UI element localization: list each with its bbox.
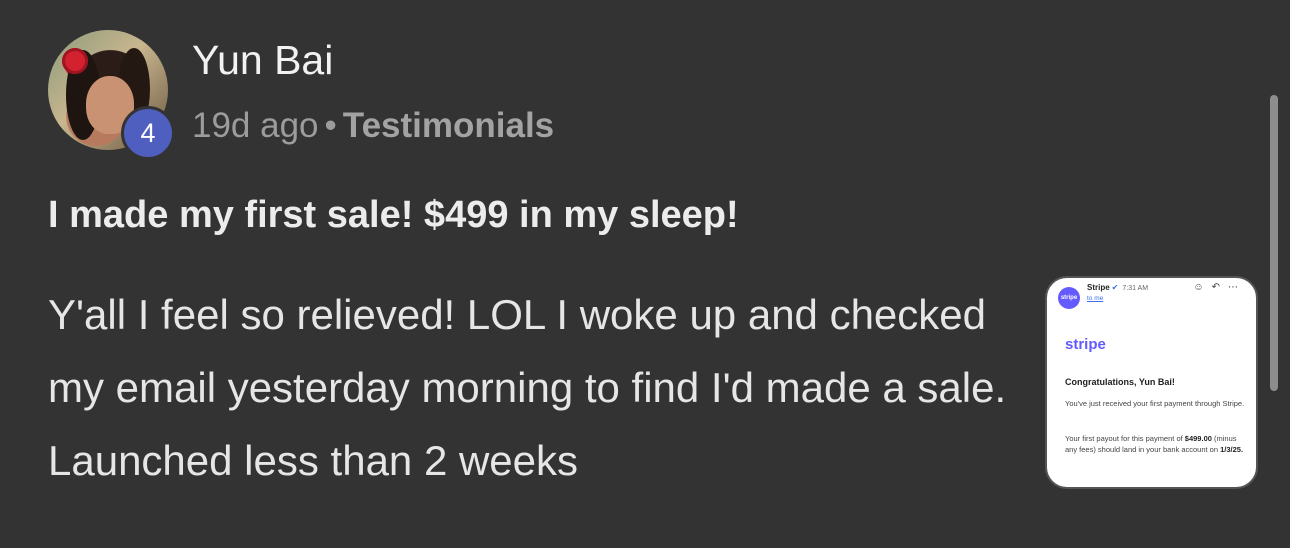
email-recipient: to me bbox=[1087, 295, 1104, 302]
email-time: 7:31 AM bbox=[1122, 285, 1149, 292]
post-title[interactable]: I made my first sale! $499 in my sleep! bbox=[48, 192, 739, 238]
stripe-logo-icon: stripe bbox=[1058, 287, 1080, 309]
email-heading: Congratulations, Yun Bai! bbox=[1065, 377, 1175, 387]
avatar-flower bbox=[62, 48, 88, 74]
attachment-thumbnail[interactable]: stripe Stripe ✔ 7:31 AM to me ☺↶⋯ stripe C… bbox=[1045, 276, 1258, 489]
post-meta: 19d ago • Testimonials bbox=[192, 104, 554, 148]
email-brand: stripe bbox=[1065, 336, 1106, 353]
post-time: 19d ago bbox=[192, 106, 319, 145]
email-actions: ☺↶⋯ bbox=[1193, 282, 1246, 293]
post-body[interactable]: Y'all I feel so relieved! LOL I woke up … bbox=[48, 278, 1008, 497]
email-line-2: Your first payout for this payment of $4… bbox=[1065, 433, 1250, 455]
reply-icon: ↶ bbox=[1211, 282, 1228, 293]
verified-check-icon: ✔ bbox=[1111, 283, 1119, 292]
level-badge: 4 bbox=[121, 106, 175, 160]
meta-separator: • bbox=[324, 106, 337, 145]
email-amount: $499.00 bbox=[1184, 434, 1212, 443]
sender-name: Stripe bbox=[1087, 283, 1110, 292]
emoji-icon: ☺ bbox=[1193, 282, 1212, 293]
author-name[interactable]: Yun Bai bbox=[192, 36, 333, 84]
email-sender: Stripe ✔ 7:31 AM bbox=[1087, 283, 1148, 292]
post-category[interactable]: Testimonials bbox=[343, 106, 554, 145]
email-line-1: You've just received your first payment … bbox=[1065, 399, 1245, 408]
email-date: 1/3/25. bbox=[1220, 445, 1244, 454]
email-line-2a: Your first payout for this payment of bbox=[1065, 434, 1183, 443]
scrollbar[interactable] bbox=[1270, 95, 1278, 391]
more-icon: ⋯ bbox=[1228, 282, 1246, 293]
